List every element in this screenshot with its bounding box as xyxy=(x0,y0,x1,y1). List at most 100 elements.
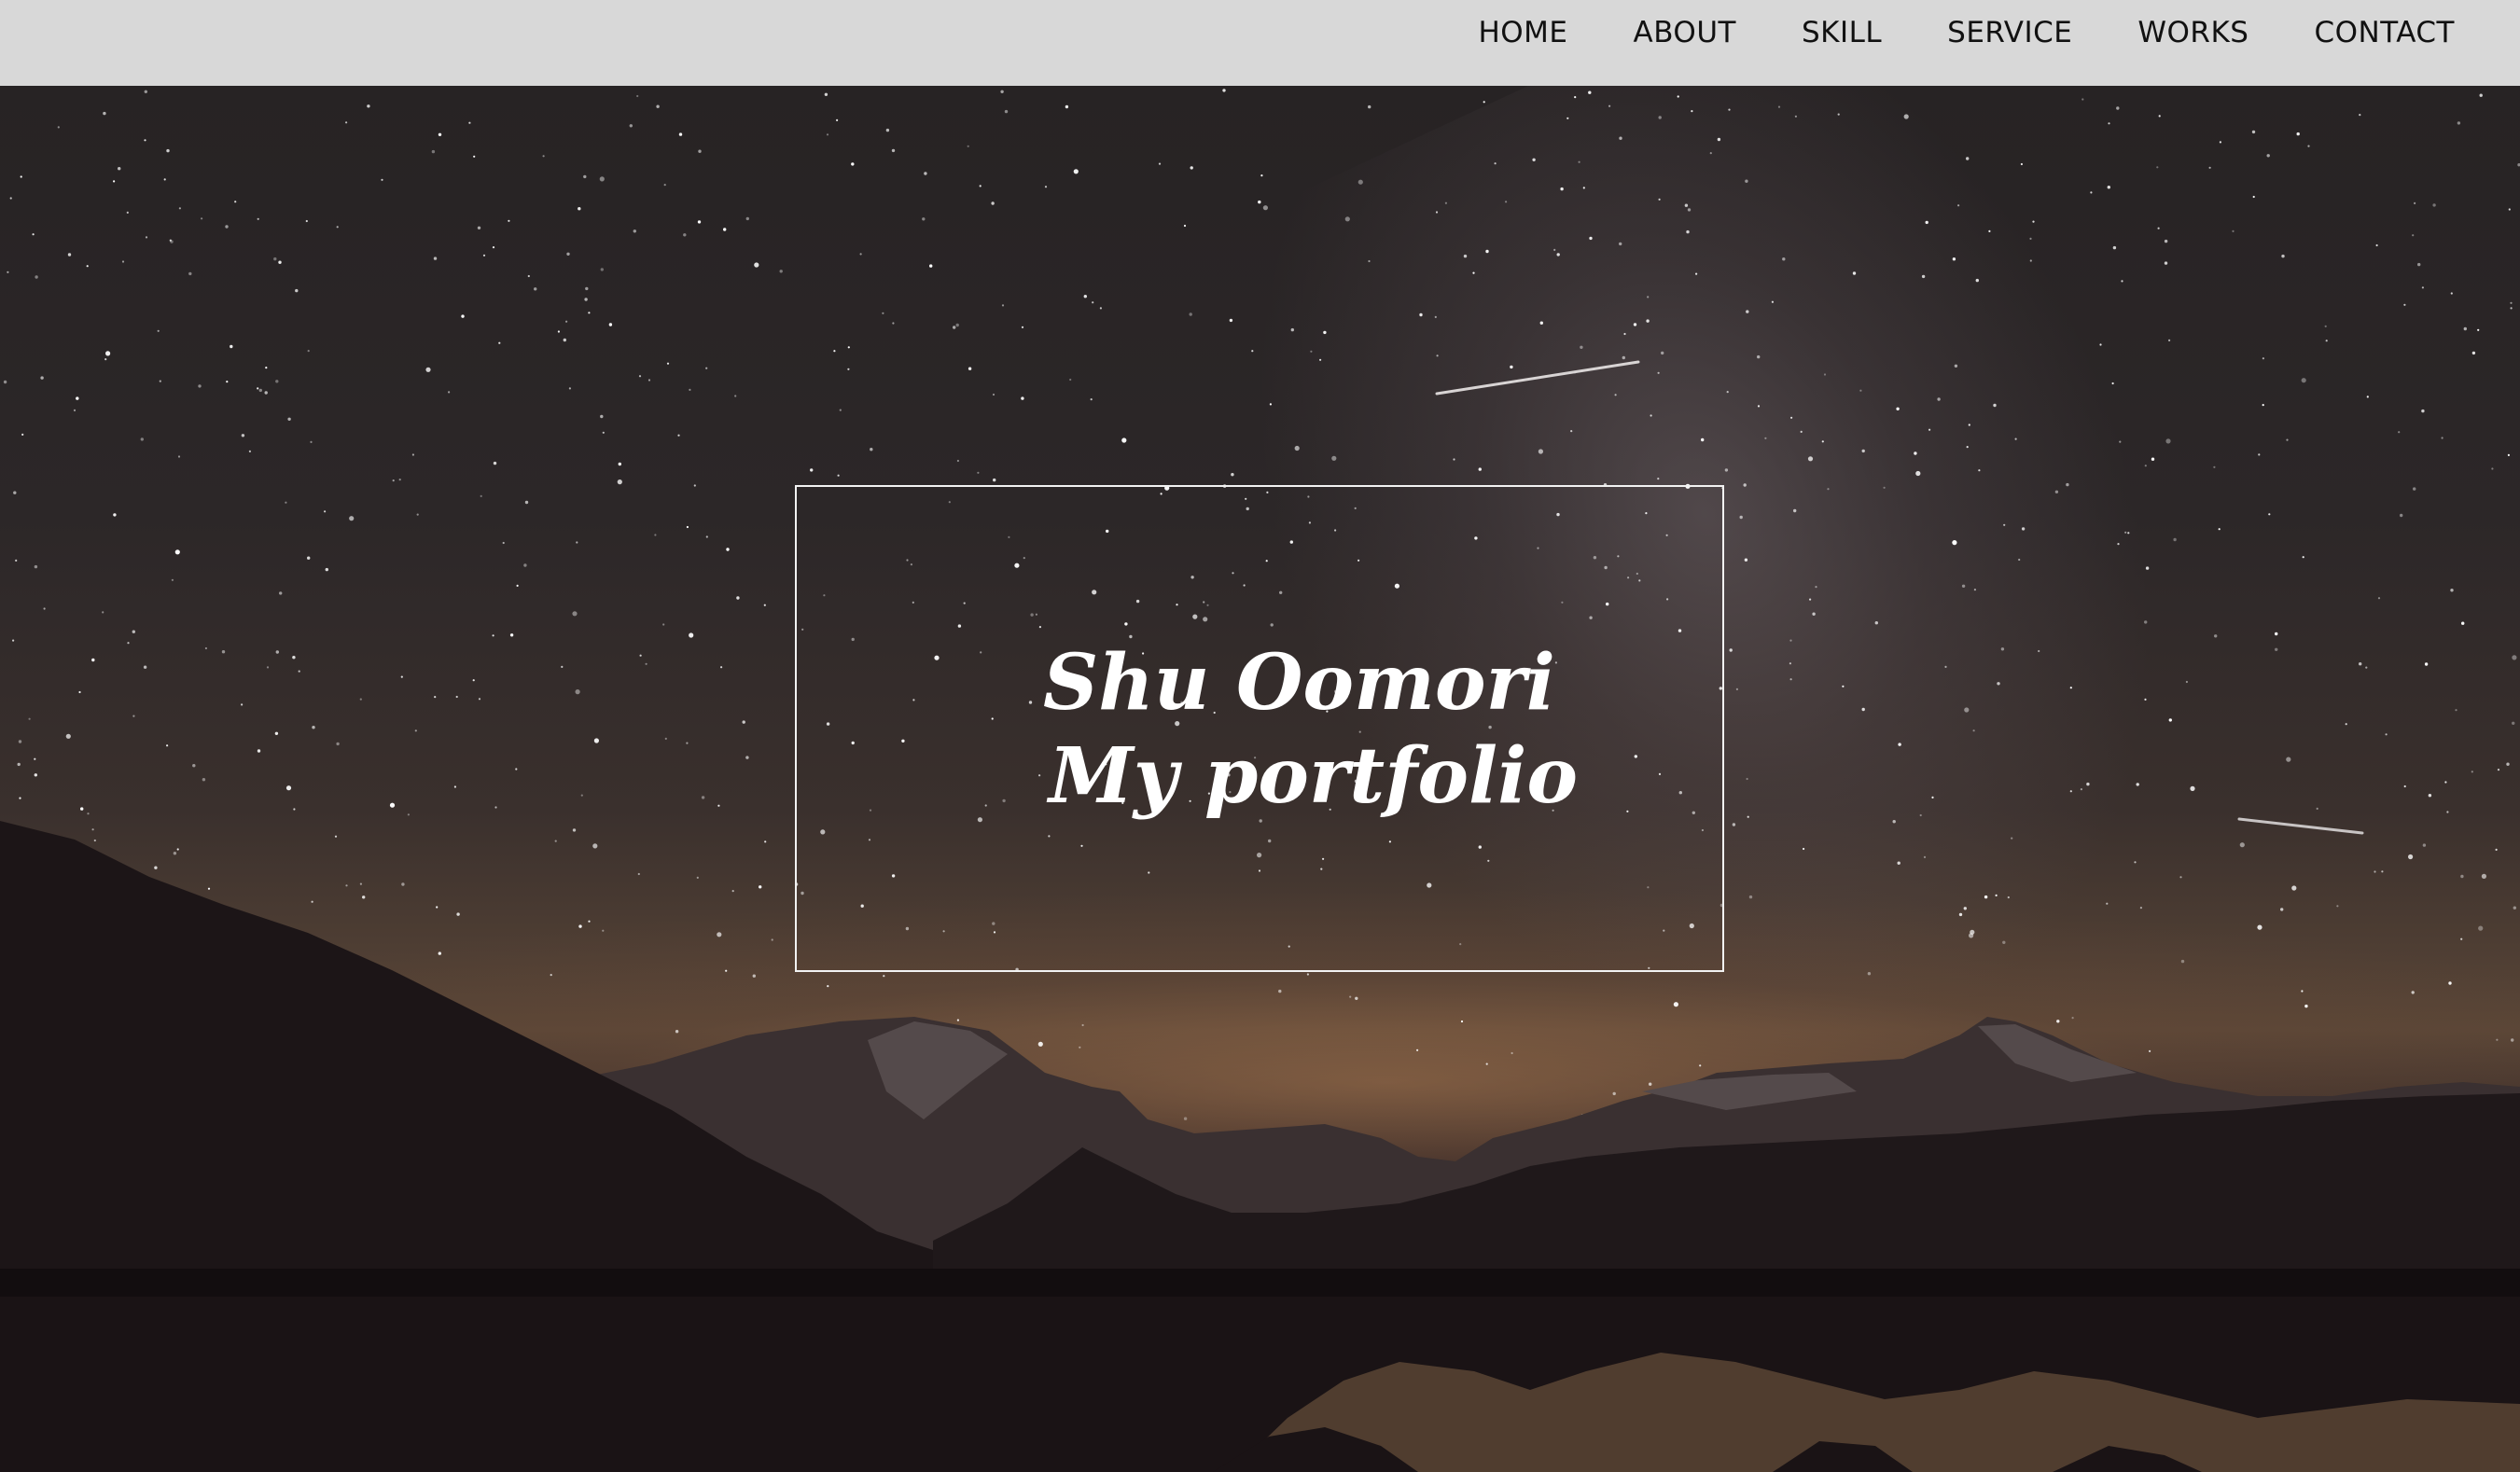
star xyxy=(1588,90,1592,94)
nav-item-works[interactable]: WORKS xyxy=(2137,16,2249,49)
star xyxy=(2497,769,2500,771)
star xyxy=(2280,908,2284,911)
star xyxy=(93,839,96,842)
star xyxy=(2324,325,2327,327)
star xyxy=(1231,473,1234,477)
star xyxy=(2444,781,2447,784)
star xyxy=(2190,785,2195,792)
shooting-star xyxy=(1435,360,1640,396)
star xyxy=(274,731,279,735)
star xyxy=(1436,354,1439,357)
star xyxy=(287,417,291,421)
nav-item-home[interactable]: HOME xyxy=(1478,16,1567,49)
star xyxy=(230,344,233,349)
star xyxy=(851,162,855,166)
star xyxy=(1874,621,1879,625)
star xyxy=(600,414,604,419)
star xyxy=(1757,354,1761,359)
star xyxy=(1658,116,1662,119)
star xyxy=(478,698,481,701)
nav-item-contact[interactable]: CONTACT xyxy=(2314,16,2455,49)
star xyxy=(2157,227,2160,229)
star xyxy=(258,388,262,393)
star xyxy=(310,440,313,443)
star xyxy=(345,884,348,887)
star xyxy=(2145,566,2150,570)
star xyxy=(731,890,734,893)
star xyxy=(723,228,727,231)
nav-item-about[interactable]: ABOUT xyxy=(1634,16,1736,49)
star xyxy=(1510,365,1513,369)
star xyxy=(1190,166,1193,170)
nav-item-skill[interactable]: SKILL xyxy=(1802,16,1882,49)
star xyxy=(1556,253,1560,257)
star xyxy=(178,207,181,210)
star xyxy=(1931,796,1934,799)
star xyxy=(285,501,287,504)
star xyxy=(588,312,591,314)
star xyxy=(91,658,95,662)
star xyxy=(2136,783,2139,786)
star xyxy=(498,341,501,344)
nav-item-service[interactable]: SERVICE xyxy=(1947,16,2072,49)
star xyxy=(1657,371,1660,374)
star xyxy=(324,510,327,513)
star xyxy=(221,650,226,654)
star xyxy=(1646,319,1650,323)
star xyxy=(202,778,206,782)
star xyxy=(174,549,180,555)
star xyxy=(2119,440,2122,443)
star xyxy=(1416,1048,1419,1051)
star xyxy=(754,262,759,268)
star xyxy=(759,885,762,889)
star xyxy=(2417,262,2421,267)
star xyxy=(416,513,419,516)
star xyxy=(1898,743,1901,746)
star xyxy=(2508,208,2511,211)
star xyxy=(1803,847,1805,851)
star xyxy=(1435,211,1439,214)
star xyxy=(698,149,702,153)
star xyxy=(438,132,442,136)
star xyxy=(2460,937,2463,940)
star xyxy=(836,118,839,121)
star xyxy=(1747,815,1749,818)
star xyxy=(882,312,884,314)
star xyxy=(1566,117,1569,119)
star xyxy=(359,698,362,701)
star xyxy=(2275,632,2278,636)
star xyxy=(734,395,737,397)
star xyxy=(2400,513,2403,518)
star xyxy=(2513,906,2516,910)
star xyxy=(257,387,259,390)
star xyxy=(1619,136,1622,140)
star xyxy=(359,882,362,885)
star xyxy=(1744,558,1748,562)
star xyxy=(633,229,636,233)
star xyxy=(956,1019,959,1021)
star xyxy=(693,484,696,487)
star xyxy=(1344,216,1350,222)
star xyxy=(557,330,561,333)
star xyxy=(736,596,740,600)
star xyxy=(334,835,338,838)
star xyxy=(1453,458,1455,461)
star xyxy=(9,197,12,200)
star xyxy=(2307,145,2310,147)
star xyxy=(717,932,722,937)
star xyxy=(201,217,203,220)
star xyxy=(1623,332,1626,336)
star xyxy=(118,167,121,171)
star xyxy=(2507,453,2510,456)
star xyxy=(40,376,44,380)
star xyxy=(1460,1020,1464,1023)
star xyxy=(17,762,21,767)
star xyxy=(1812,612,1816,616)
star xyxy=(1001,304,1005,307)
star xyxy=(480,494,482,498)
star xyxy=(204,646,207,650)
star xyxy=(1081,1023,1084,1027)
star xyxy=(583,174,587,179)
star xyxy=(80,807,84,811)
star xyxy=(1044,186,1048,188)
